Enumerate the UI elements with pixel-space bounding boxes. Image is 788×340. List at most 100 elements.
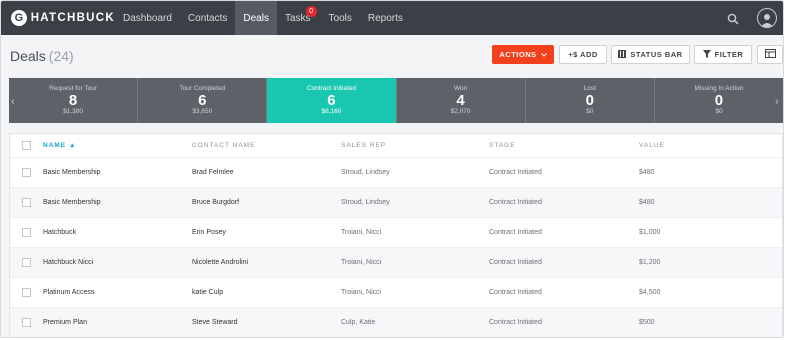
- stage-total: $1,380: [63, 108, 84, 115]
- row-checkbox[interactable]: [22, 228, 31, 237]
- stage-count: 6: [198, 92, 207, 109]
- stage-count: 4: [456, 92, 465, 109]
- deal-stage: Contract Initiated: [489, 229, 542, 236]
- nav-contacts[interactable]: Contacts: [180, 1, 235, 35]
- row-checkbox[interactable]: [22, 288, 31, 297]
- filter-icon: [702, 49, 711, 60]
- row-checkbox[interactable]: [22, 258, 31, 267]
- deal-value: $1,200: [639, 259, 661, 266]
- contact-name[interactable]: Erin Posey: [192, 229, 341, 236]
- row-checkbox[interactable]: [22, 318, 31, 327]
- nav-tasks[interactable]: Tasks 0: [277, 1, 321, 35]
- chevron-left-icon[interactable]: ‹: [11, 96, 15, 108]
- sales-rep: Stroud, Lindsey: [341, 199, 390, 206]
- column-header-stage[interactable]: Stage: [489, 142, 639, 149]
- table-row[interactable]: Premium Plan Steve Steward Culp, Katie C…: [10, 308, 782, 337]
- status-bar-button[interactable]: Status Bar: [611, 45, 690, 64]
- add-deal-label: +$ Add: [568, 50, 598, 59]
- stage-total: $8,160: [321, 108, 342, 115]
- deal-name[interactable]: Platinum Access: [43, 289, 192, 296]
- deal-value: $480: [639, 169, 655, 176]
- stage-won[interactable]: Won 4 $2,070: [397, 78, 526, 123]
- deal-value: $4,500: [639, 289, 661, 296]
- contact-name[interactable]: Brad Felmlee: [192, 169, 341, 176]
- deals-table: Name ▲ Contact Name Sales Rep Stage Valu…: [9, 133, 783, 337]
- stage-total: $3,650: [192, 108, 213, 115]
- nav-reports-label: Reports: [367, 12, 403, 24]
- tasks-count-badge: 0: [305, 6, 317, 17]
- table-row[interactable]: Basic Membership Bruce Burgdorf Stroud, …: [10, 188, 782, 218]
- filter-label: Filter: [714, 50, 744, 59]
- deal-stage: Contract Initiated: [489, 319, 542, 326]
- search-icon[interactable]: [727, 12, 739, 25]
- deal-name[interactable]: Basic Membership: [43, 169, 192, 176]
- deal-stage: Contract Initiated: [489, 259, 542, 266]
- app-window: G HATCHBUCK Dashboard Contacts Deals Tas…: [0, 0, 784, 338]
- table-row[interactable]: Platinum Access katie Culp Troiani, Nicc…: [10, 278, 782, 308]
- table-header: Name ▲ Contact Name Sales Rep Stage Valu…: [10, 134, 782, 158]
- column-header-name[interactable]: Name ▲: [43, 142, 192, 149]
- logo[interactable]: G HATCHBUCK: [11, 10, 115, 26]
- column-header-sales-rep[interactable]: Sales Rep: [341, 142, 489, 149]
- columns-button[interactable]: [757, 45, 783, 64]
- sales-rep: Troiani, Nicci: [341, 259, 382, 266]
- bars-icon: [618, 49, 627, 60]
- deal-name[interactable]: Basic Membership: [43, 199, 192, 206]
- column-header-value[interactable]: Value: [639, 142, 739, 149]
- chevron-down-icon: [540, 50, 547, 59]
- contact-name[interactable]: katie Culp: [192, 289, 341, 296]
- stage-tour-completed[interactable]: Tour Completed 6 $3,650: [138, 78, 268, 123]
- contact-name[interactable]: Nicolette Androlini: [192, 259, 341, 266]
- stage-count: 0: [585, 92, 594, 109]
- filter-button[interactable]: Filter: [694, 45, 752, 64]
- nav-dashboard[interactable]: Dashboard: [115, 1, 180, 35]
- user-avatar-icon[interactable]: [757, 8, 777, 28]
- nav-reports[interactable]: Reports: [360, 1, 411, 35]
- sales-rep: Stroud, Lindsey: [341, 169, 390, 176]
- deals-count: (24): [48, 48, 74, 64]
- sales-rep: Troiani, Nicci: [341, 289, 382, 296]
- deal-stage: Contract Initiated: [489, 289, 542, 296]
- nav-deals-label: Deals: [243, 12, 269, 24]
- stage-lost[interactable]: Lost 0 $0: [526, 78, 655, 123]
- deal-name[interactable]: Hatchbuck Nicci: [43, 259, 192, 266]
- top-nav: G HATCHBUCK Dashboard Contacts Deals Tas…: [1, 1, 783, 35]
- deal-stage: Contract Initiated: [489, 199, 542, 206]
- stage-contract-initiated[interactable]: Contract Initiated 6 $8,160: [267, 78, 397, 123]
- actions-button[interactable]: Actions: [492, 45, 554, 64]
- stage-total: $0: [586, 108, 594, 115]
- nav-tools-label: Tools: [328, 12, 352, 24]
- deal-stage: Contract Initiated: [489, 169, 542, 176]
- table-row[interactable]: Hatchbuck Erin Posey Troiani, Nicci Cont…: [10, 218, 782, 248]
- add-deal-button[interactable]: +$ Add: [559, 45, 607, 64]
- nav-deals[interactable]: Deals: [235, 1, 277, 35]
- deal-name[interactable]: Hatchbuck: [43, 229, 192, 236]
- table-row[interactable]: Hatchbuck Nicci Nicolette Androlini Troi…: [10, 248, 782, 278]
- table-row[interactable]: Basic Membership Brad Felmlee Stroud, Li…: [10, 158, 782, 188]
- row-checkbox[interactable]: [22, 198, 31, 207]
- columns-icon: [764, 49, 776, 60]
- row-checkbox[interactable]: [22, 168, 31, 177]
- contact-name[interactable]: Bruce Burgdorf: [192, 199, 341, 206]
- select-all-checkbox[interactable]: [22, 141, 31, 150]
- contact-name[interactable]: Steve Steward: [192, 319, 341, 326]
- nav-dashboard-label: Dashboard: [123, 12, 172, 24]
- stage-missing-in-action[interactable]: Missing In Action 0 $0: [655, 78, 783, 123]
- deal-name[interactable]: Premium Plan: [43, 319, 192, 326]
- stage-count: 8: [68, 92, 78, 109]
- sales-rep: Culp, Katie: [341, 319, 376, 326]
- stage-request-for-tour[interactable]: Request for Tour 8 $1,380: [9, 78, 139, 123]
- sales-rep: Troiani, Nicci: [341, 229, 382, 236]
- column-header-name-label: Name: [43, 142, 67, 149]
- stage-total: $0: [715, 108, 723, 115]
- column-header-contact-name[interactable]: Contact Name: [192, 142, 341, 149]
- status-bar-label: Status Bar: [630, 50, 683, 59]
- actions-label: Actions: [499, 50, 537, 59]
- page-title-text: Deals: [10, 48, 46, 64]
- stage-count: 6: [327, 92, 336, 109]
- logo-text: HATCHBUCK: [30, 12, 115, 24]
- pipeline-stages: Request for Tour 8 $1,380 Tour Completed…: [9, 78, 783, 123]
- nav-tools[interactable]: Tools: [321, 1, 360, 35]
- chevron-right-icon[interactable]: ›: [775, 96, 779, 108]
- nav-contacts-label: Contacts: [187, 12, 228, 24]
